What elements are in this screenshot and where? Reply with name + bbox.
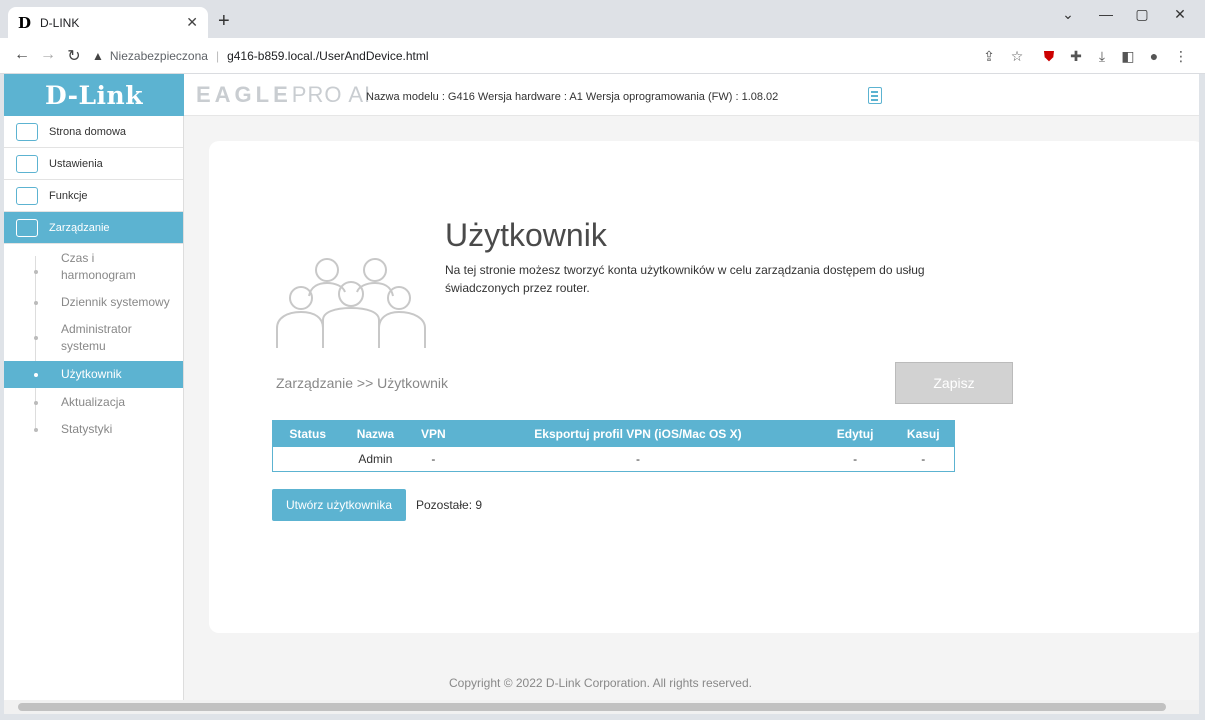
extensions-icon[interactable]: ✚ [1067, 48, 1085, 65]
ublock-icon[interactable]: ⛊ [1040, 48, 1058, 65]
sidebar-item-label: Funkcje [49, 189, 88, 202]
horizontal-scrollbar[interactable] [4, 700, 1199, 714]
sidebar-item-label: Zarządzanie [49, 221, 110, 234]
cell-edit: - [817, 446, 893, 472]
submenu-time-schedule[interactable]: Czas i harmonogram [4, 250, 183, 284]
url-text: g416-b859.local./UserAndDevice.html [227, 49, 429, 63]
submenu-dot [34, 270, 38, 274]
tab-search-icon[interactable]: ⌄ [1058, 6, 1078, 23]
menu-kebab-icon[interactable]: ⋮ [1172, 48, 1190, 65]
dlink-logo[interactable]: D-Link [4, 74, 184, 116]
page-header: D-Link EAGLEPRO AI Nazwa modelu : G416 W… [4, 74, 1199, 116]
browser-toolbar: ← → ↻ ▲ Niezabezpieczona | g416-b859.loc… [0, 38, 1205, 74]
share-icon[interactable]: ⇪ [980, 48, 998, 65]
table-row: Admin - - - - [272, 446, 955, 472]
submenu-dot [34, 336, 38, 340]
submenu-label: systemu [61, 339, 106, 353]
submenu-label: Administrator [61, 322, 132, 336]
cell-name: Admin [342, 446, 409, 472]
submenu-label: Użytkownik [61, 367, 122, 381]
brand-main: EAGLE [196, 82, 292, 107]
management-icon [16, 218, 38, 237]
bookmark-star-icon[interactable]: ☆ [1008, 48, 1026, 65]
browser-tab-bar: D D-LINK ✕ + ⌄ — ▢ ✕ [0, 0, 1205, 38]
copyright-footer: Copyright © 2022 D-Link Corporation. All… [449, 676, 752, 690]
model-info: Nazwa modelu : G416 Wersja hardware : A1… [366, 91, 779, 103]
side-panel-icon[interactable]: ◧ [1119, 48, 1137, 65]
cell-delete: - [892, 446, 955, 472]
tab-title: D-LINK [40, 15, 80, 30]
submenu-label: harmonogram [61, 268, 136, 282]
submenu-label: Aktualizacja [61, 395, 126, 409]
management-submenu: Czas i harmonogram Dziennik systemowy Ad… [4, 244, 183, 438]
maximize-icon[interactable]: ▢ [1132, 6, 1152, 23]
close-tab-icon[interactable]: ✕ [186, 14, 198, 31]
submenu-dot [34, 428, 38, 432]
divider: | [215, 49, 220, 63]
create-user-button[interactable]: Utwórz użytkownika [272, 489, 406, 521]
cell-status [272, 446, 343, 472]
cell-vpn: - [408, 446, 459, 472]
reload-icon[interactable]: ↻ [64, 46, 84, 66]
warning-icon[interactable]: ▲ [92, 49, 104, 63]
submenu-statistics[interactable]: Statystyki [4, 421, 183, 438]
col-export-vpn: Eksportuj profil VPN (iOS/Mac OS X) [458, 420, 818, 447]
new-tab-icon[interactable]: + [218, 10, 230, 33]
col-name: Nazwa [342, 420, 409, 447]
close-window-icon[interactable]: ✕ [1170, 6, 1190, 23]
col-delete: Kasuj [892, 420, 955, 447]
home-network-icon [16, 122, 38, 141]
features-icon [16, 186, 38, 205]
page-title: Użytkownik [445, 217, 607, 253]
col-vpn: VPN [408, 420, 459, 447]
sidebar-item-features[interactable]: Funkcje [4, 180, 183, 212]
dlink-favicon-icon: D [18, 13, 32, 32]
page-description: Na tej stronie możesz tworzyć konta użyt… [445, 263, 925, 295]
browser-tab[interactable]: D D-LINK ✕ [8, 7, 208, 38]
sidebar: Strona domowa Ustawienia Funkcje Zarządz… [4, 116, 184, 700]
submenu-admin[interactable]: Administrator systemu [4, 321, 183, 355]
sidebar-item-settings[interactable]: Ustawienia [4, 148, 183, 180]
col-status: Status [272, 420, 343, 447]
sidebar-item-label: Ustawienia [49, 157, 103, 170]
submenu-label: Czas i [61, 251, 95, 265]
submenu-dot [34, 401, 38, 405]
sidebar-item-management[interactable]: Zarządzanie [4, 212, 183, 244]
back-icon[interactable]: ← [12, 46, 32, 64]
brand-sub: PRO AI [291, 82, 372, 107]
table-header-row: Status Nazwa VPN Eksportuj profil VPN (i… [272, 420, 955, 447]
submenu-label: Dziennik systemowy [61, 295, 170, 309]
download-icon[interactable]: ⤓ [1093, 48, 1111, 65]
submenu-dot [34, 301, 38, 305]
cell-export-vpn: - [458, 446, 818, 472]
sidebar-item-label: Strona domowa [49, 125, 127, 138]
col-edit: Edytuj [817, 420, 893, 447]
eagle-pro-ai-logo: EAGLEPRO AI [196, 82, 371, 108]
submenu-system-log[interactable]: Dziennik systemowy [4, 294, 183, 311]
breadcrumb: Zarządzanie >> Użytkownik [276, 375, 448, 391]
router-page: D-Link EAGLEPRO AI Nazwa modelu : G416 W… [4, 74, 1199, 700]
submenu-label: Statystyki [61, 422, 113, 436]
forward-icon[interactable]: → [38, 46, 58, 64]
users-table: Status Nazwa VPN Eksportuj profil VPN (i… [272, 420, 955, 472]
remaining-count: Pozostałe: 9 [416, 498, 483, 512]
release-notes-icon[interactable] [868, 87, 882, 104]
minimize-icon[interactable]: — [1096, 6, 1116, 22]
insecure-label: Niezabezpieczona [109, 49, 208, 63]
submenu-update[interactable]: Aktualizacja [4, 394, 183, 411]
scrollbar-thumb[interactable] [18, 703, 1166, 711]
content-card: Użytkownik Na tej stronie możesz tworzyć… [209, 141, 1199, 633]
profile-avatar-icon[interactable]: ● [1145, 48, 1163, 64]
address-bar[interactable]: ▲ Niezabezpieczona | g416-b859.local./Us… [92, 42, 972, 70]
submenu-dot [34, 373, 38, 377]
sidebar-item-home[interactable]: Strona domowa [4, 116, 183, 148]
users-group-icon [276, 258, 426, 348]
save-button[interactable]: Zapisz [895, 362, 1013, 404]
submenu-user[interactable]: Użytkownik [4, 361, 183, 388]
settings-icon [16, 154, 38, 173]
